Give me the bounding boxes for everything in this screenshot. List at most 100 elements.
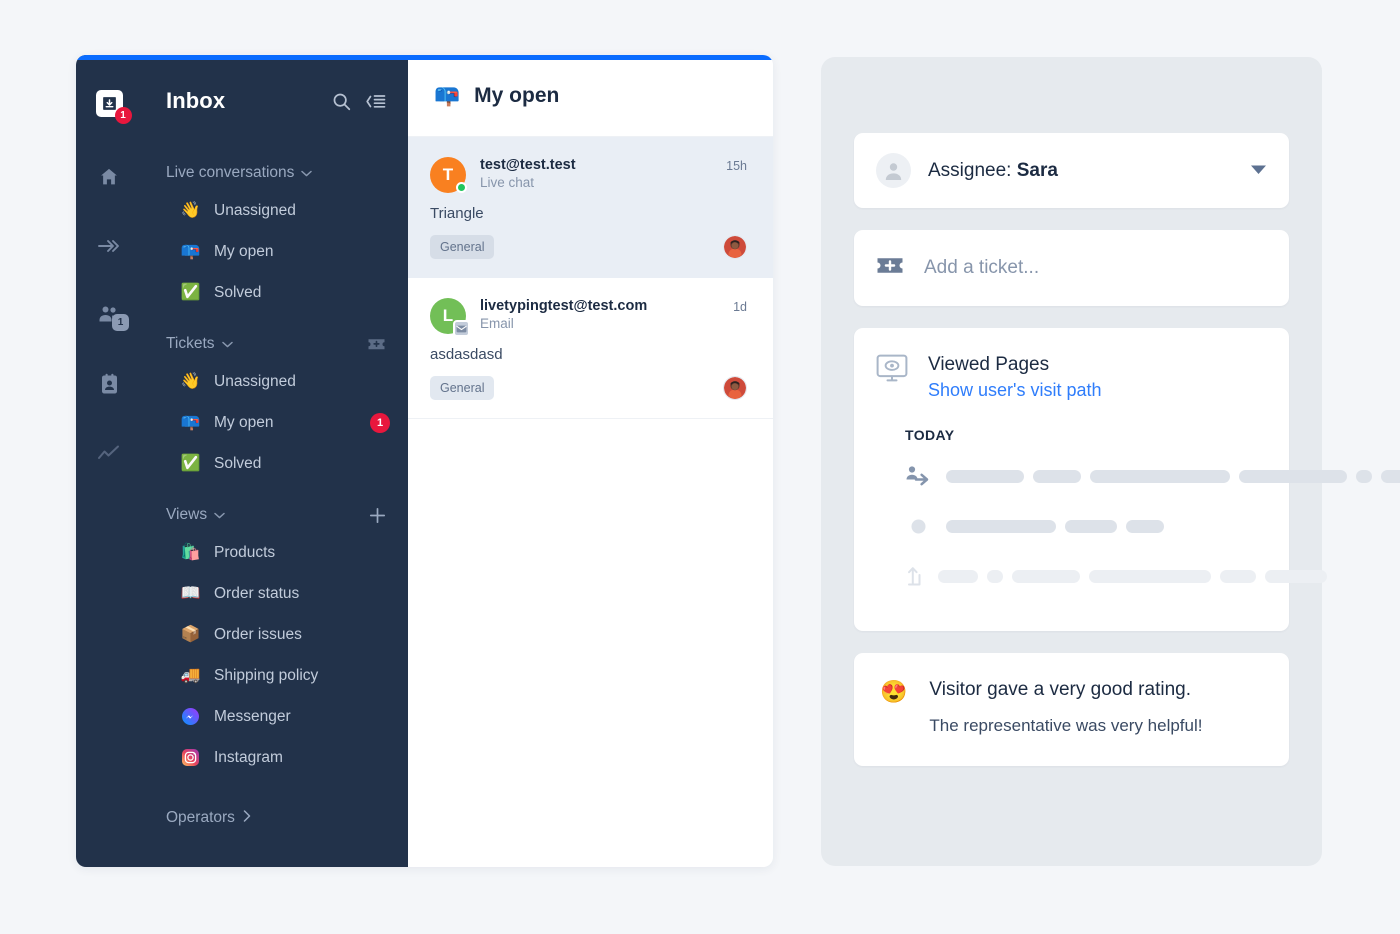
add-ticket-card[interactable]: Add a ticket...: [854, 230, 1289, 306]
collapse-sidebar-icon[interactable]: [365, 93, 386, 110]
conversation-timestamp: 15h: [726, 157, 747, 173]
conversation-row[interactable]: T test@test.test Live chat 15h Triangle …: [408, 137, 773, 278]
rating-headline: Visitor gave a very good rating.: [929, 679, 1202, 701]
sidebar-item-label: Unassigned: [214, 373, 390, 391]
section-header-views[interactable]: Views: [142, 498, 408, 532]
skeleton-pill: [1220, 570, 1256, 583]
rating-card: 😍 Visitor gave a very good rating. The r…: [854, 653, 1289, 766]
conversation-preview: asdasdasd: [430, 346, 747, 363]
rail-item-contacts-people[interactable]: 1: [83, 289, 135, 341]
section-header-live-conversations[interactable]: Live conversations: [142, 156, 408, 190]
sidebar-item-products[interactable]: 🛍️ Products: [142, 532, 408, 573]
add-ticket-input[interactable]: Add a ticket...: [924, 257, 1039, 279]
sidebar-item-label: Instagram: [214, 749, 390, 767]
conversation-row[interactable]: L livetypingtest@test.com Email 1d asdas…: [408, 278, 773, 419]
sidebar-item-messenger[interactable]: Messenger: [142, 696, 408, 737]
sidebar-item-label: Products: [214, 544, 390, 562]
sidebar-item-live-solved[interactable]: ✅ Solved: [142, 272, 408, 313]
conversation-channel: Live chat: [480, 175, 716, 190]
rail-item-campaigns[interactable]: [83, 220, 135, 272]
nav-section-views: Views 🛍️ Products 📖 Order status: [142, 498, 408, 778]
heart-eyes-emoji-icon: 😍: [880, 679, 907, 705]
sidebar-item-live-my-open[interactable]: 📪 My open: [142, 231, 408, 272]
section-label: Views: [166, 506, 207, 524]
chevron-down-icon: [214, 506, 225, 524]
add-view-icon[interactable]: [369, 507, 386, 524]
skeleton-pill: [987, 570, 1003, 583]
conversation-sender: test@test.test: [480, 157, 716, 173]
skeleton-row: [876, 551, 1267, 601]
sidebar-item-operators[interactable]: Operators: [142, 798, 408, 838]
sidebar-item-shipping-policy[interactable]: 🚚 Shipping policy: [142, 655, 408, 696]
sidebar-item-badge: 1: [370, 413, 390, 433]
assigned-operator-avatar: [723, 235, 747, 259]
sidebar-nav: Inbox Live conversations 👋: [142, 55, 408, 867]
sidebar-item-order-status[interactable]: 📖 Order status: [142, 573, 408, 614]
sidebar-item-label: Order issues: [214, 626, 390, 644]
sidebar-item-tickets-my-open[interactable]: 📪 My open 1: [142, 402, 408, 443]
sidebar-item-instagram[interactable]: Instagram: [142, 737, 408, 778]
mailbox-emoji-icon: 📪: [434, 85, 460, 106]
skeleton-pill: [946, 520, 1056, 533]
screen-root: 1 1 Inbox: [0, 0, 1400, 934]
truck-emoji-icon: 🚚: [180, 668, 201, 684]
monitor-eye-icon: [876, 354, 908, 388]
check-emoji-icon: ✅: [180, 285, 201, 301]
sidebar-item-label: My open: [214, 414, 370, 432]
sidebar-item-label: My open: [214, 243, 390, 261]
show-visit-path-link[interactable]: Show user's visit path: [928, 380, 1102, 401]
operators-label: Operators: [166, 809, 235, 827]
section-label: Live conversations: [166, 164, 294, 182]
section-header-tickets[interactable]: Tickets: [142, 327, 408, 361]
sidebar-item-label: Solved: [214, 455, 390, 473]
chevron-right-icon: [243, 809, 251, 827]
conversation-list-title: My open: [474, 84, 559, 108]
skeleton-pill: [1090, 470, 1230, 483]
sidebar-title: Inbox: [166, 88, 318, 114]
sidebar-item-tickets-solved[interactable]: ✅ Solved: [142, 443, 408, 484]
assignee-value: Assignee: Sara: [928, 160, 1233, 182]
viewed-pages-card: Viewed Pages Show user's visit path TODA…: [854, 328, 1289, 631]
email-channel-icon: [453, 320, 470, 337]
assignee-card[interactable]: Assignee: Sara: [854, 133, 1289, 208]
user-avatar-icon: [876, 153, 911, 188]
rail-badge-count: 1: [112, 314, 129, 331]
add-ticket-icon[interactable]: [367, 336, 386, 352]
rail-item-analytics[interactable]: [83, 427, 135, 479]
rail-item-home[interactable]: [83, 151, 135, 203]
sidebar-item-label: Solved: [214, 284, 390, 302]
conversation-sender: livetypingtest@test.com: [480, 298, 723, 314]
skeleton-pill: [1089, 570, 1211, 583]
chevron-down-icon[interactable]: [1250, 162, 1267, 180]
viewed-pages-title: Viewed Pages: [928, 354, 1102, 376]
sidebar-item-live-unassigned[interactable]: 👋 Unassigned: [142, 190, 408, 231]
open-book-emoji-icon: 📖: [180, 586, 201, 602]
skeleton-pill: [946, 470, 1024, 483]
sidebar-item-tickets-unassigned[interactable]: 👋 Unassigned: [142, 361, 408, 402]
rail-item-address-book[interactable]: [83, 358, 135, 410]
skeleton-pill: [1265, 570, 1327, 583]
icon-rail: 1 1: [76, 55, 142, 867]
messenger-icon: [180, 708, 201, 725]
details-panel: Assignee: Sara Add a ticket... Viewe: [821, 57, 1322, 866]
send-plane-icon: [97, 234, 121, 258]
app-logo[interactable]: 1: [96, 90, 123, 117]
home-icon: [98, 166, 120, 188]
sidebar-item-label: Shipping policy: [214, 667, 390, 685]
assigned-operator-avatar: [723, 376, 747, 400]
avatar: T: [430, 157, 466, 193]
sidebar-item-label: Unassigned: [214, 202, 390, 220]
conversation-tag[interactable]: General: [430, 376, 494, 400]
nav-section-tickets: Tickets 👋 Unassigned 📪 My open: [142, 327, 408, 484]
sidebar-header: Inbox: [142, 60, 408, 142]
avatar: L: [430, 298, 466, 334]
conversation-tag[interactable]: General: [430, 235, 494, 259]
upload-arrow-icon: [905, 566, 923, 586]
search-icon[interactable]: [332, 92, 351, 111]
mailbox-emoji-icon: 📪: [180, 244, 201, 260]
skeleton-pill: [1126, 520, 1164, 533]
sidebar-item-order-issues[interactable]: 📦 Order issues: [142, 614, 408, 655]
line-chart-icon: [97, 444, 121, 462]
conversation-preview: Triangle: [430, 205, 747, 222]
conversation-list-panel: 📪 My open T test@test.test Live chat 15h: [408, 55, 773, 867]
